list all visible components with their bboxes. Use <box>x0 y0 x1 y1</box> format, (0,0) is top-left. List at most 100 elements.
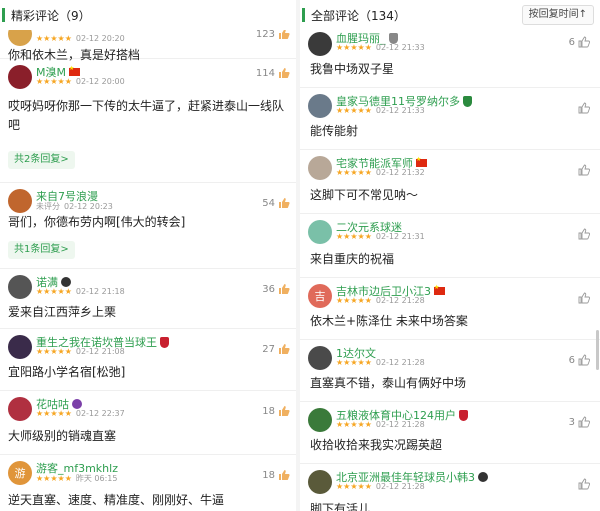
club-shield-icon <box>160 336 169 348</box>
comment-meta: ★★★★★ 昨天 06:15 <box>36 473 117 484</box>
like-count: 3 <box>568 416 575 428</box>
avatar[interactable] <box>308 156 332 180</box>
rating-stars: ★★★★★ <box>36 347 72 356</box>
comment-meta: ★★★★★ 02-12 21:31 <box>336 232 425 241</box>
all-comments-header: 全部评论（134） 按回复时间↑ <box>300 0 600 30</box>
avatar[interactable] <box>8 189 32 213</box>
rating-stars: ★★★★★ <box>336 106 372 115</box>
featured-comment-list: ★★★★★ 02-12 20:20 123 你和依木兰，真是好搭档 M溴M ★ ★… <box>0 30 296 511</box>
like-button[interactable]: 6 <box>569 354 590 366</box>
all-comment-list: 血腥玛丽_ ★★★★★ 02-12 21:33 6 我鲁中场双子星 皇家马德里1… <box>300 32 600 511</box>
sort-by-reply-time-button[interactable]: 按回复时间↑ <box>521 5 594 25</box>
rating-stars: ★★★★★ <box>336 232 372 241</box>
avatar[interactable] <box>308 470 332 494</box>
comment-text: 依木兰+陈泽仕 未来中场答案 <box>310 314 468 328</box>
comment-text: 来自重庆的祝福 <box>310 252 395 266</box>
avatar[interactable] <box>8 275 32 299</box>
comment-meta: 未评分 02-12 20:23 <box>36 201 113 212</box>
comment-item: 二次元系球迷 ★★★★★ 02-12 21:31 来自重庆的祝福 <box>300 214 600 278</box>
like-button[interactable]: 3 <box>569 416 590 428</box>
like-button[interactable] <box>578 292 590 304</box>
like-count: 6 <box>568 354 575 366</box>
like-button[interactable] <box>578 102 590 114</box>
like-button[interactable] <box>578 228 590 240</box>
like-count: 36 <box>262 283 275 295</box>
comment-item: 五粮液体育中心124用户 ★★★★★ 02-12 21:28 3 收拾收拾来我实… <box>300 402 600 464</box>
comment-time: 02-12 21:18 <box>75 287 125 296</box>
like-button[interactable] <box>578 478 590 490</box>
thumbs-up-icon[interactable] <box>578 36 590 48</box>
avatar[interactable]: 游 <box>8 461 32 485</box>
comment-time: 02-12 21:33 <box>375 106 425 115</box>
comment-time: 02-12 21:31 <box>375 232 425 241</box>
like-count: 27 <box>262 343 275 355</box>
comment-item: 花咕咕 ★★★★★ 02-12 22:37 18 大师级别的销魂直塞 <box>0 391 296 455</box>
thumbs-up-icon[interactable] <box>278 343 290 355</box>
comment-meta: ★★★★★ 02-12 21:18 <box>36 287 125 296</box>
comment-time: 02-12 21:32 <box>375 168 425 177</box>
comment-meta: ★★★★★ 02-12 21:28 <box>336 296 425 305</box>
comment-text: 直塞真不错，泰山有俩好中场 <box>310 376 467 390</box>
avatar[interactable] <box>8 397 32 421</box>
avatar[interactable] <box>8 335 32 359</box>
thumbs-up-icon[interactable] <box>278 67 290 79</box>
avatar[interactable] <box>308 346 332 370</box>
team-badge-icon <box>61 277 71 287</box>
scrollbar[interactable] <box>596 330 599 370</box>
comment-text: 逆天直塞、速度、精准度、刚刚好、牛逼 <box>8 493 225 507</box>
thumbs-up-icon[interactable] <box>278 283 290 295</box>
rating-stars: ★★★★★ <box>36 409 72 418</box>
featured-comments-title: 精彩评论（9） <box>11 8 91 23</box>
like-button[interactable] <box>578 164 590 176</box>
rating-stars: ★★★★★ <box>336 168 372 177</box>
rating-stars: ★★★★★ <box>336 420 372 429</box>
like-button[interactable]: 18 <box>262 469 290 481</box>
thumbs-up-icon[interactable] <box>578 354 590 366</box>
avatar[interactable] <box>308 220 332 244</box>
comment-item: 北京亚洲最佳年轻球员小韩3 ★★★★★ 02-12 21:28 脚下有活儿 <box>300 464 600 511</box>
thumbs-up-icon[interactable] <box>578 292 590 304</box>
thumbs-up-icon[interactable] <box>578 164 590 176</box>
comment-meta: ★★★★★ 02-12 21:33 <box>336 106 425 115</box>
all-comments-panel: 全部评论（134） 按回复时间↑ 血腥玛丽_ ★★★★★ 02-12 21:33… <box>300 0 600 511</box>
thumbs-up-icon[interactable] <box>278 405 290 417</box>
avatar[interactable] <box>308 94 332 118</box>
thumbs-up-icon[interactable] <box>578 102 590 114</box>
thumbs-up-icon[interactable] <box>278 197 290 209</box>
comment-item: 1达尔文 ★★★★★ 02-12 21:28 6 直塞真不错，泰山有俩好中场 <box>300 340 600 402</box>
like-button[interactable]: 114 <box>256 67 290 79</box>
comment-text: 脚下有活儿 <box>310 502 371 511</box>
like-count: 114 <box>255 67 275 79</box>
like-button[interactable]: 36 <box>262 283 290 295</box>
thumbs-up-icon[interactable] <box>578 228 590 240</box>
china-flag-icon <box>416 156 427 167</box>
avatar[interactable] <box>308 32 332 56</box>
comment-item: 血腥玛丽_ ★★★★★ 02-12 21:33 6 我鲁中场双子星 <box>300 32 600 88</box>
comment-time: 02-12 21:28 <box>375 296 425 305</box>
club-shield-icon <box>388 32 398 44</box>
like-button[interactable]: 6 <box>569 36 590 48</box>
avatar[interactable] <box>8 30 32 46</box>
view-replies-button[interactable]: 共1条回复> <box>8 241 75 259</box>
team-badge-icon <box>72 399 82 409</box>
like-count: 18 <box>262 405 275 417</box>
like-count: 18 <box>262 469 275 481</box>
thumbs-up-icon[interactable] <box>278 30 290 40</box>
avatar[interactable] <box>308 408 332 432</box>
comment-time: 02-12 20:00 <box>75 77 125 86</box>
comment-time: 02-12 20:20 <box>75 34 125 43</box>
thumbs-up-icon[interactable] <box>578 478 590 490</box>
avatar[interactable] <box>8 65 32 89</box>
like-button[interactable]: 123 <box>256 30 290 40</box>
comment-item: 游 游客_mf3mkhlz ★★★★★ 昨天 06:15 18 逆天直塞、速度、… <box>0 455 296 511</box>
like-button[interactable]: 27 <box>262 343 290 355</box>
avatar[interactable]: 吉 <box>308 284 332 308</box>
comment-time: 02-12 22:37 <box>75 409 125 418</box>
featured-comments-header: 精彩评论（9） <box>0 0 296 30</box>
like-button[interactable]: 54 <box>262 197 290 209</box>
thumbs-up-icon[interactable] <box>578 416 590 428</box>
like-button[interactable]: 18 <box>262 405 290 417</box>
comment-text: 大师级别的销魂直塞 <box>8 429 117 443</box>
thumbs-up-icon[interactable] <box>278 469 290 481</box>
view-replies-button[interactable]: 共2条回复> <box>8 151 75 169</box>
